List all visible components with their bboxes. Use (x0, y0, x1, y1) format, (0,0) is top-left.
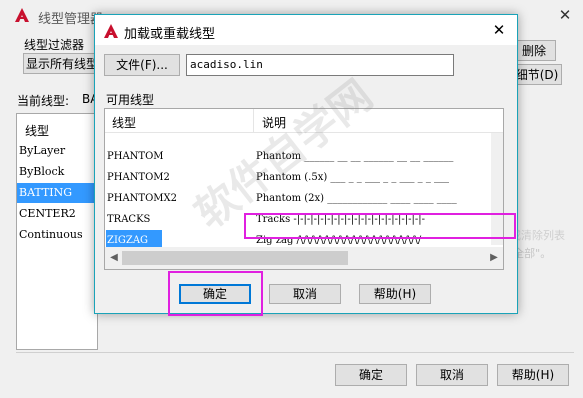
dialog-titlebar: 加载或重载线型 ✕ (95, 15, 517, 45)
linetype-list[interactable]: 线型 ByLayer ByBlock BATTING CENTER2 Conti… (16, 113, 98, 350)
column-header-linetype[interactable]: 线型 (112, 114, 136, 131)
scroll-right-icon[interactable]: ▶ (487, 251, 501, 265)
scrollbar-thumb[interactable] (122, 251, 348, 265)
list-item[interactable]: Continuous (17, 225, 97, 245)
delete-button[interactable]: 删除 (512, 40, 556, 61)
list-item[interactable]: BATTING (17, 183, 97, 203)
highlight-zigzag-row (244, 213, 516, 239)
details-button[interactable]: 细节(D) (512, 64, 562, 85)
list-item[interactable]: ByLayer (17, 141, 97, 161)
table-header: 线型 说明 (105, 109, 503, 133)
column-divider[interactable] (253, 109, 254, 133)
autocad-app-icon (15, 8, 29, 22)
linetype-filter-dropdown[interactable]: 显示所有线型 (23, 53, 95, 74)
available-linetypes-table[interactable]: 线型 说明 PHANTOM Phantom ______ __ __ _____… (104, 108, 504, 270)
column-header-description[interactable]: 说明 (262, 114, 286, 131)
table-row[interactable]: PHANTOMX2 Phantom (2x) ____________ ____… (105, 188, 491, 209)
bg-cancel-button[interactable]: 取消 (416, 364, 488, 386)
linetype-name: PHANTOM2 (107, 172, 170, 183)
close-icon[interactable]: ✕ (553, 4, 577, 26)
highlight-ok-button (168, 271, 263, 316)
available-linetypes-label: 可用线型 (106, 93, 155, 107)
scroll-left-icon[interactable]: ◀ (107, 251, 121, 265)
linetype-description: Phantom (.5x) ___ _ _ ___ _ _ ___ _ _ __… (256, 172, 450, 183)
cancel-button[interactable]: 取消 (269, 284, 341, 304)
bg-ok-button[interactable]: 确定 (335, 364, 407, 386)
table-row[interactable]: PHANTOM Phantom ______ __ __ ______ __ _… (105, 146, 491, 167)
current-linetype-label: 当前线型: (17, 94, 70, 108)
file-name-field[interactable]: acadiso.lin (186, 54, 454, 76)
bg-help-button[interactable]: 帮助(H) (497, 364, 569, 386)
load-linetypes-dialog: 加载或重载线型 ✕ 文件(F)... acadiso.lin 可用线型 线型 说… (94, 14, 518, 314)
linetype-description: Phantom ______ __ __ ______ __ __ ______ (256, 151, 454, 162)
list-item[interactable]: CENTER2 (17, 204, 97, 224)
linetype-description: Phantom (2x) ____________ ____ ____ ____ (256, 193, 457, 204)
autocad-app-icon (104, 24, 118, 38)
file-button[interactable]: 文件(F)... (104, 54, 180, 76)
close-icon[interactable]: ✕ (487, 19, 511, 41)
list-item[interactable]: ByBlock (17, 162, 97, 182)
linetype-name: TRACKS (107, 214, 151, 225)
bg-divider (16, 352, 574, 353)
horizontal-scrollbar[interactable]: ◀ ▶ (105, 247, 503, 269)
linetype-list-header: 线型 (25, 124, 50, 138)
dialog-title: 加载或重载线型 (124, 27, 216, 42)
table-row[interactable]: PHANTOM2 Phantom (.5x) ___ _ _ ___ _ _ _… (105, 167, 491, 188)
linetype-name: PHANTOMX2 (107, 193, 178, 204)
linetype-name: PHANTOM (107, 151, 164, 162)
linetype-filter-label: 线型过滤器 (24, 38, 85, 52)
help-button[interactable]: 帮助(H) (359, 284, 431, 304)
